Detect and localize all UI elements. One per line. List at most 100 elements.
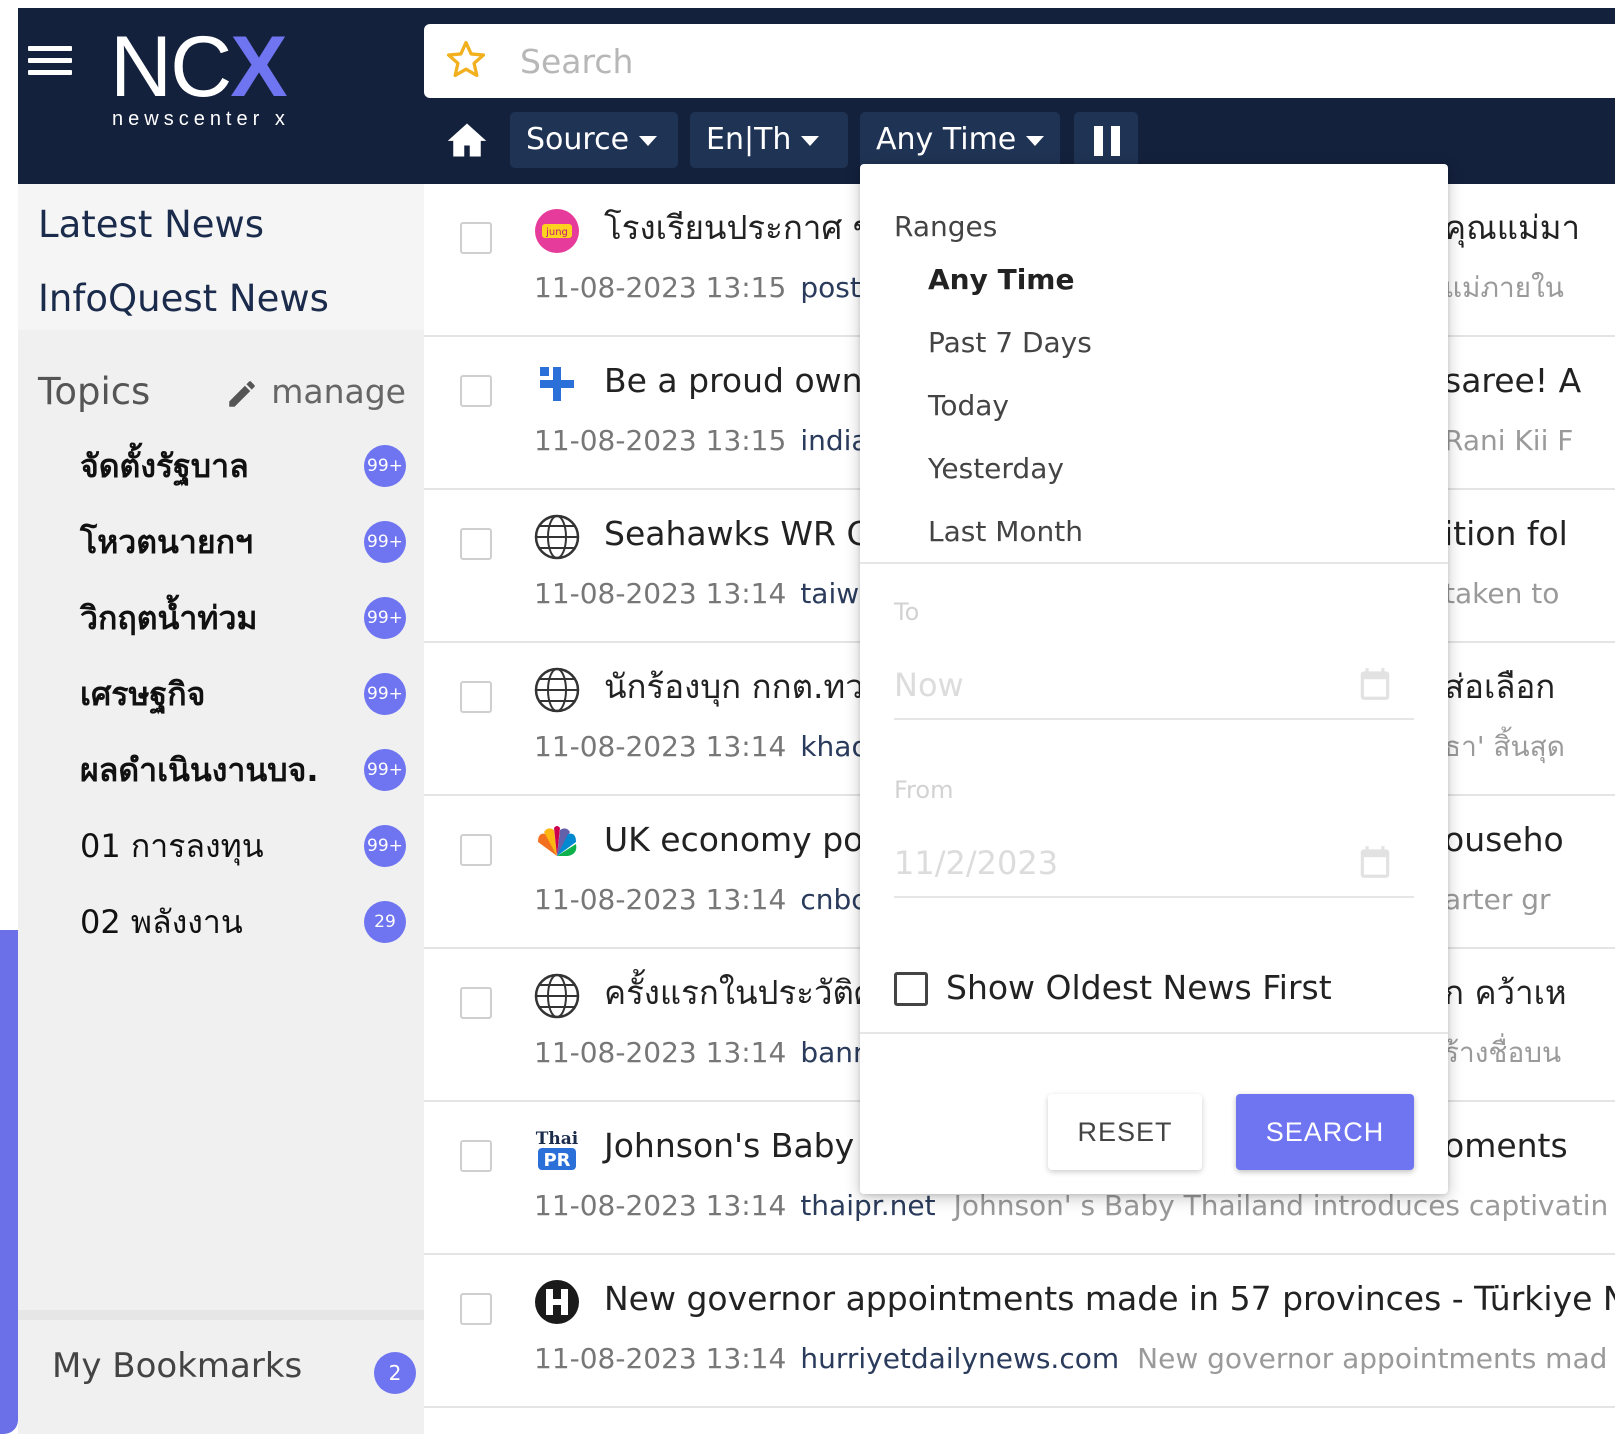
- news-checkbox[interactable]: [460, 1293, 492, 1325]
- sidebar-item-latest-news[interactable]: Latest News: [18, 188, 424, 262]
- home-icon[interactable]: [444, 118, 490, 162]
- topic-name: จัดตั้งรัฐบาล: [80, 447, 249, 485]
- news-title-tail: ouseho: [1444, 820, 1564, 859]
- time-range-dropdown: Ranges Any Time Past 7 Days Today Yester…: [860, 164, 1448, 1194]
- bookmarks-label: My Bookmarks: [52, 1346, 303, 1386]
- topic-count-badge: 99+: [364, 521, 406, 563]
- news-title[interactable]: UK economy pos: [604, 814, 881, 866]
- source-filter-button[interactable]: Source: [510, 112, 678, 168]
- topic-name: โหวตนายกฯ: [80, 523, 253, 561]
- from-date-field[interactable]: 11/2/2023: [894, 838, 1414, 898]
- range-option-past-7-days[interactable]: Past 7 Days: [928, 323, 1092, 363]
- reset-button[interactable]: RESET: [1048, 1094, 1202, 1170]
- calendar-icon[interactable]: [1356, 842, 1394, 882]
- sidebar-item-infoquest-news[interactable]: InfoQuest News: [18, 262, 424, 336]
- india-icon: [540, 367, 574, 401]
- range-option-yesterday[interactable]: Yesterday: [928, 449, 1064, 489]
- range-option-today[interactable]: Today: [928, 386, 1009, 426]
- topic-item[interactable]: เศรษฐกิจ 99+: [80, 664, 410, 724]
- news-snippet-tail: ธา' สิ้นสุด: [1444, 730, 1565, 763]
- caret-down-icon: [639, 135, 658, 146]
- star-icon[interactable]: [444, 38, 488, 82]
- news-title-tail: ition fol: [1444, 514, 1568, 553]
- divider: [860, 562, 1448, 564]
- news-source[interactable]: hurriyetdailynews.com: [800, 1342, 1119, 1375]
- svg-text:Thai: Thai: [536, 1129, 579, 1149]
- news-meta: 11-08-2023 13:14 hurriyetdailynews.com New…: [534, 1339, 1607, 1379]
- svg-text:jung: jung: [545, 227, 568, 238]
- language-filter-button[interactable]: En|Th: [690, 112, 848, 168]
- news-meta: 11-08-2023 13:14 taiwa: [534, 574, 876, 614]
- globe-icon: [534, 973, 580, 1019]
- caret-down-icon: [1026, 135, 1045, 146]
- caret-down-icon: [801, 135, 820, 146]
- range-option-last-month[interactable]: Last Month: [928, 512, 1083, 552]
- news-checkbox[interactable]: [460, 681, 492, 713]
- news-time: 11-08-2023 13:14: [534, 883, 787, 916]
- manage-label: manage: [271, 372, 406, 411]
- news-snippet: New governor appointments mad: [1137, 1342, 1608, 1375]
- news-title-tail: ก คว้าเห: [1444, 973, 1567, 1012]
- news-time: 11-08-2023 13:15: [534, 424, 787, 457]
- news-checkbox[interactable]: [460, 987, 492, 1019]
- search-input[interactable]: [520, 34, 1520, 88]
- news-title[interactable]: Seahawks WR Ca: [604, 508, 890, 560]
- news-snippet-tail: arter gr: [1444, 883, 1551, 916]
- news-checkbox[interactable]: [460, 375, 492, 407]
- topic-item[interactable]: ผลดำเนินงานบจ. 99+: [80, 740, 410, 800]
- news-title[interactable]: ครั้งแรกในประวัติศ: [604, 967, 875, 1019]
- topic-name: 02 พลังงาน: [80, 903, 243, 941]
- time-filter-button[interactable]: Any Time: [860, 112, 1060, 168]
- to-date-value: Now: [894, 666, 964, 704]
- manage-topics-button[interactable]: manage: [225, 362, 406, 422]
- news-source[interactable]: india: [800, 424, 868, 457]
- news-checkbox[interactable]: [460, 1140, 492, 1172]
- pause-icon: [1094, 126, 1120, 156]
- news-checkbox[interactable]: [460, 222, 492, 254]
- my-bookmarks-item[interactable]: My Bookmarks 2: [18, 1310, 424, 1434]
- calendar-icon[interactable]: [1356, 664, 1394, 704]
- search-bar: [424, 24, 1615, 98]
- news-source[interactable]: postj: [800, 271, 868, 304]
- topic-item[interactable]: 02 พลังงาน 29: [80, 892, 410, 952]
- source-filter-label: Source: [526, 122, 630, 157]
- search-button[interactable]: SEARCH: [1236, 1094, 1414, 1170]
- left-accent-stripe: [0, 930, 18, 1434]
- news-meta: 11-08-2023 13:14 khao: [534, 727, 869, 767]
- topic-name: เศรษฐกิจ: [80, 675, 206, 713]
- news-title-tail: saree! A: [1444, 361, 1582, 400]
- topic-item[interactable]: จัดตั้งรัฐบาล 99+: [80, 436, 410, 496]
- pause-button[interactable]: [1074, 112, 1138, 168]
- logo[interactable]: NCX newscenter x: [110, 22, 290, 131]
- news-source[interactable]: khao: [800, 730, 868, 763]
- topic-item[interactable]: โหวตนายกฯ 99+: [80, 512, 410, 572]
- checkbox-box[interactable]: [894, 972, 928, 1006]
- news-row[interactable]: New governor appointments made in 57 pro…: [424, 1255, 1615, 1408]
- topic-item[interactable]: 01 การลงทุน 99+: [80, 816, 410, 876]
- news-time: 11-08-2023 13:14: [534, 1036, 787, 1069]
- news-time: 11-08-2023 13:14: [534, 577, 787, 610]
- news-title[interactable]: นักร้องบุก กกต.ทวง: [604, 661, 880, 713]
- news-snippet-tail: taken to: [1444, 577, 1560, 610]
- logo-subtitle: newscenter x: [112, 108, 290, 130]
- oldest-first-label: Show Oldest News First: [946, 968, 1332, 1007]
- topic-item[interactable]: วิกฤตน้ำท่วม 99+: [80, 588, 410, 648]
- range-option-any-time[interactable]: Any Time: [928, 260, 1074, 300]
- topic-count-badge: 99+: [364, 445, 406, 487]
- menu-icon[interactable]: [28, 46, 72, 76]
- svg-text:PR: PR: [543, 1150, 570, 1171]
- news-title[interactable]: New governor appointments made in 57 pro…: [604, 1273, 1615, 1325]
- globe-icon: [534, 667, 580, 713]
- news-title[interactable]: โรงเรียนประกาศ ขอ: [604, 202, 895, 254]
- topic-count-badge: 99+: [364, 825, 406, 867]
- news-title[interactable]: Johnson's Baby T: [604, 1120, 885, 1172]
- logo-text: NC: [110, 19, 232, 115]
- from-date-value: 11/2/2023: [894, 844, 1059, 882]
- news-checkbox[interactable]: [460, 834, 492, 866]
- bookmarks-count-badge: 2: [374, 1352, 416, 1394]
- ranges-heading: Ranges: [894, 210, 998, 243]
- to-date-field[interactable]: Now: [894, 660, 1414, 720]
- news-title[interactable]: Be a proud owne: [604, 355, 883, 407]
- news-checkbox[interactable]: [460, 528, 492, 560]
- thaipr-icon: Thai PR: [536, 1129, 579, 1171]
